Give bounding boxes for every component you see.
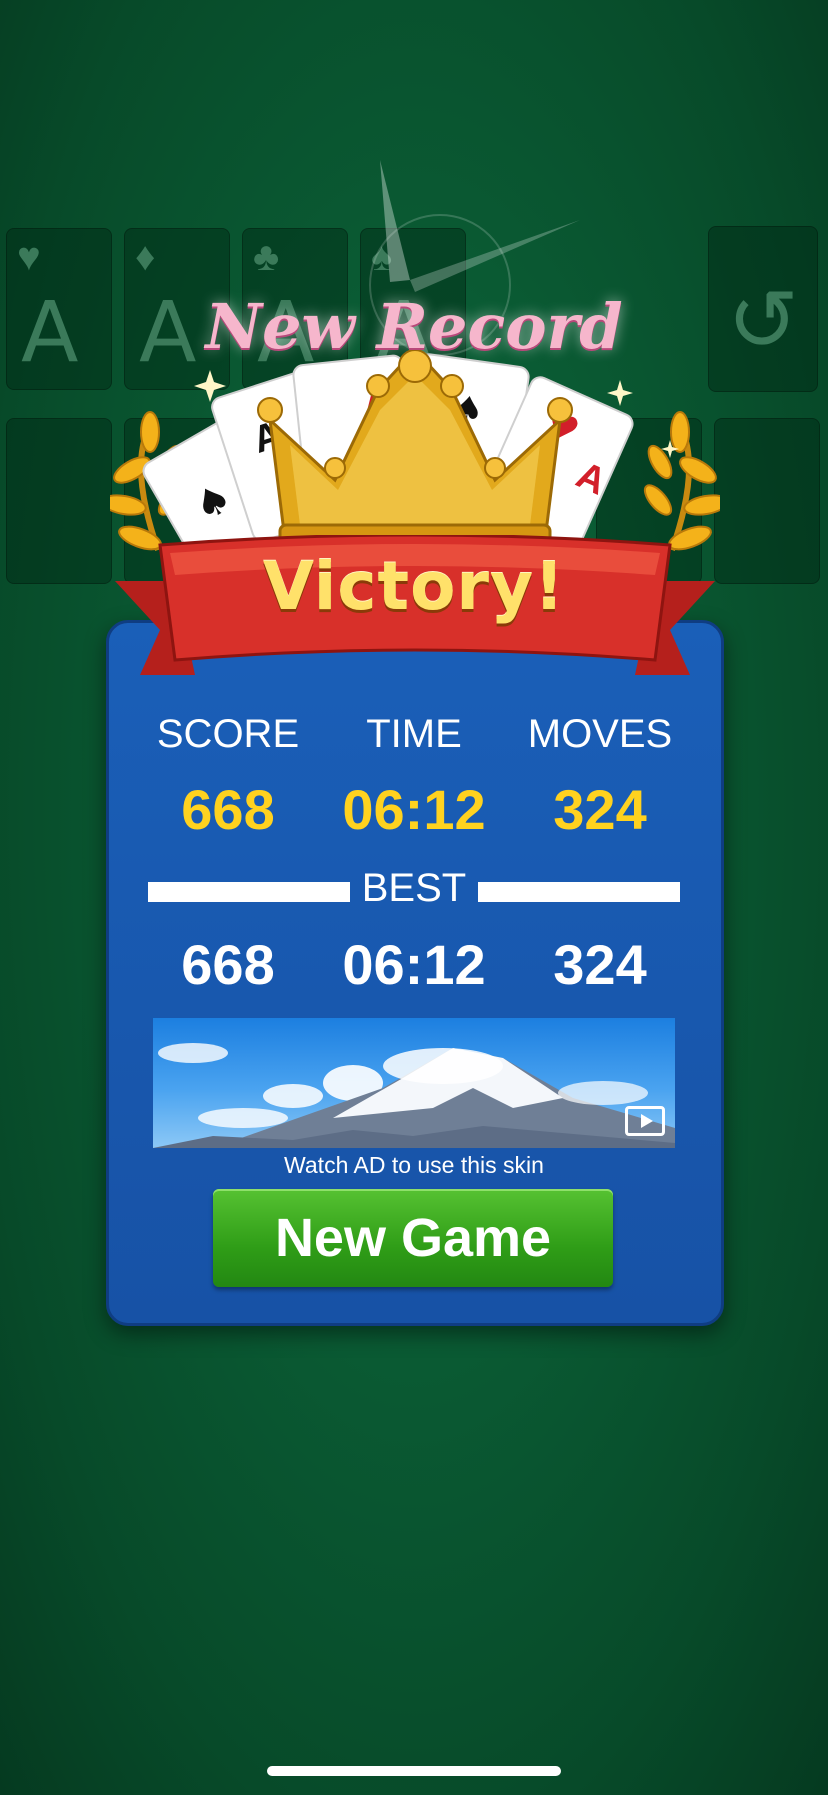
moves-value: 324: [553, 778, 647, 841]
moves-label: MOVES: [527, 712, 673, 756]
skin-preview-ad[interactable]: [153, 1018, 675, 1148]
victory-title: Victory!: [262, 548, 566, 625]
moves-stat: MOVES 324: [490, 712, 710, 842]
best-moves: 324: [490, 932, 710, 997]
diamond-icon: ♦: [135, 235, 156, 279]
club-icon: ♣: [253, 235, 280, 279]
best-moves-value: 324: [553, 933, 647, 996]
home-indicator[interactable]: [267, 1766, 561, 1776]
new-game-button[interactable]: New Game: [213, 1189, 613, 1287]
laurel-right-icon: [643, 411, 720, 551]
best-label: BEST: [361, 866, 467, 910]
watch-ad-caption: Watch AD to use this skin: [284, 1152, 544, 1178]
spade-icon: ♠: [371, 235, 393, 279]
video-play-icon[interactable]: [625, 1106, 665, 1136]
heart-icon: ♥: [17, 235, 41, 279]
mountain-skin-image: [153, 1043, 675, 1148]
